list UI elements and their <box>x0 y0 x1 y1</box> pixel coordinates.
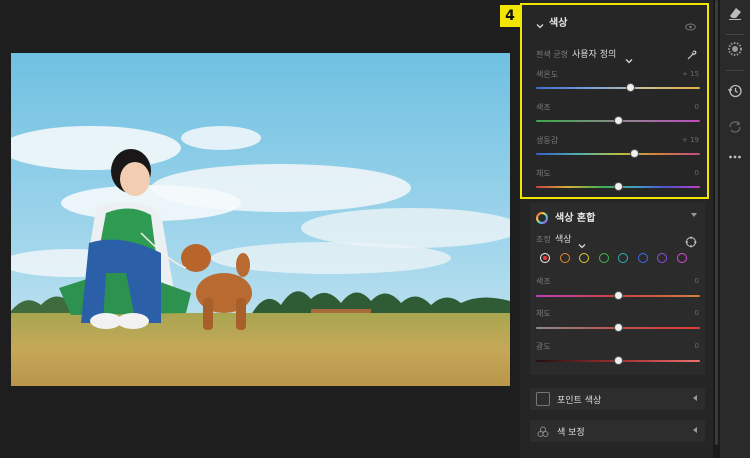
point-color-title: 포인트 색상 <box>557 396 602 406</box>
color-swatch[interactable] <box>676 253 687 263</box>
mix-slider-label-saturation: 채도 <box>536 309 551 318</box>
eraser-icon <box>727 5 743 25</box>
color-wheel-icon <box>535 209 549 228</box>
sync-icon <box>727 119 743 139</box>
color-grading-title: 색 보정 <box>557 428 585 438</box>
more-button[interactable] <box>724 148 746 170</box>
mix-slider-label-luminance: 광도 <box>536 342 551 351</box>
history-button[interactable] <box>724 82 746 104</box>
color-swatch[interactable] <box>637 253 648 263</box>
color-swatch[interactable] <box>579 253 589 263</box>
target-adjust-icon[interactable] <box>685 233 697 252</box>
right-toolbar <box>720 0 750 458</box>
color-swatch[interactable] <box>559 253 570 263</box>
photo-image <box>11 53 510 386</box>
sync-button[interactable] <box>724 118 746 140</box>
color-mix-panel: 색상 혼합 조정 색상 색조 0 채도 0 광도 0 <box>530 203 705 375</box>
color-swatch[interactable] <box>540 253 550 263</box>
photo-preview[interactable] <box>11 53 510 386</box>
collapse-arrow-icon[interactable] <box>691 213 697 217</box>
toolbar-divider <box>726 34 744 35</box>
step-badge: 4 <box>500 5 520 27</box>
mix-luminance-slider-thumb[interactable] <box>614 356 623 365</box>
point-color-icon <box>536 392 550 406</box>
more-dots-icon <box>727 149 743 169</box>
mix-slider-value-saturation: 0 <box>694 309 699 317</box>
history-icon <box>727 83 743 103</box>
mix-slider-value-luminance: 0 <box>694 342 699 350</box>
mix-slider-value-hue: 0 <box>694 277 699 285</box>
highlight-frame <box>520 3 709 199</box>
mix-slider-label-hue: 색조 <box>536 277 551 286</box>
color-swatch[interactable] <box>598 253 609 263</box>
color-grading-icon <box>536 424 550 443</box>
masking-tool-button[interactable] <box>724 40 746 62</box>
color-swatch[interactable] <box>657 253 667 263</box>
adjust-label: 조정 <box>536 235 551 244</box>
color-swatch[interactable] <box>618 253 628 263</box>
canvas-area <box>0 0 520 458</box>
expand-arrow-icon <box>693 427 697 433</box>
adjust-dropdown[interactable]: 색상 <box>555 232 572 245</box>
panel-scrollbar-thumb[interactable] <box>715 0 718 445</box>
eraser-tool-button[interactable] <box>724 4 746 26</box>
adjust-chevron-icon[interactable] <box>578 235 586 254</box>
mix-hue-slider-thumb[interactable] <box>614 291 623 300</box>
expand-arrow-icon <box>693 395 697 401</box>
color-mix-title[interactable]: 색상 혼합 <box>555 209 595 224</box>
masking-icon <box>727 41 743 61</box>
color-grading-section[interactable]: 색 보정 <box>530 420 705 442</box>
point-color-section[interactable]: 포인트 색상 <box>530 388 705 410</box>
toolbar-divider <box>726 70 744 71</box>
mix-saturation-slider-thumb[interactable] <box>614 323 623 332</box>
